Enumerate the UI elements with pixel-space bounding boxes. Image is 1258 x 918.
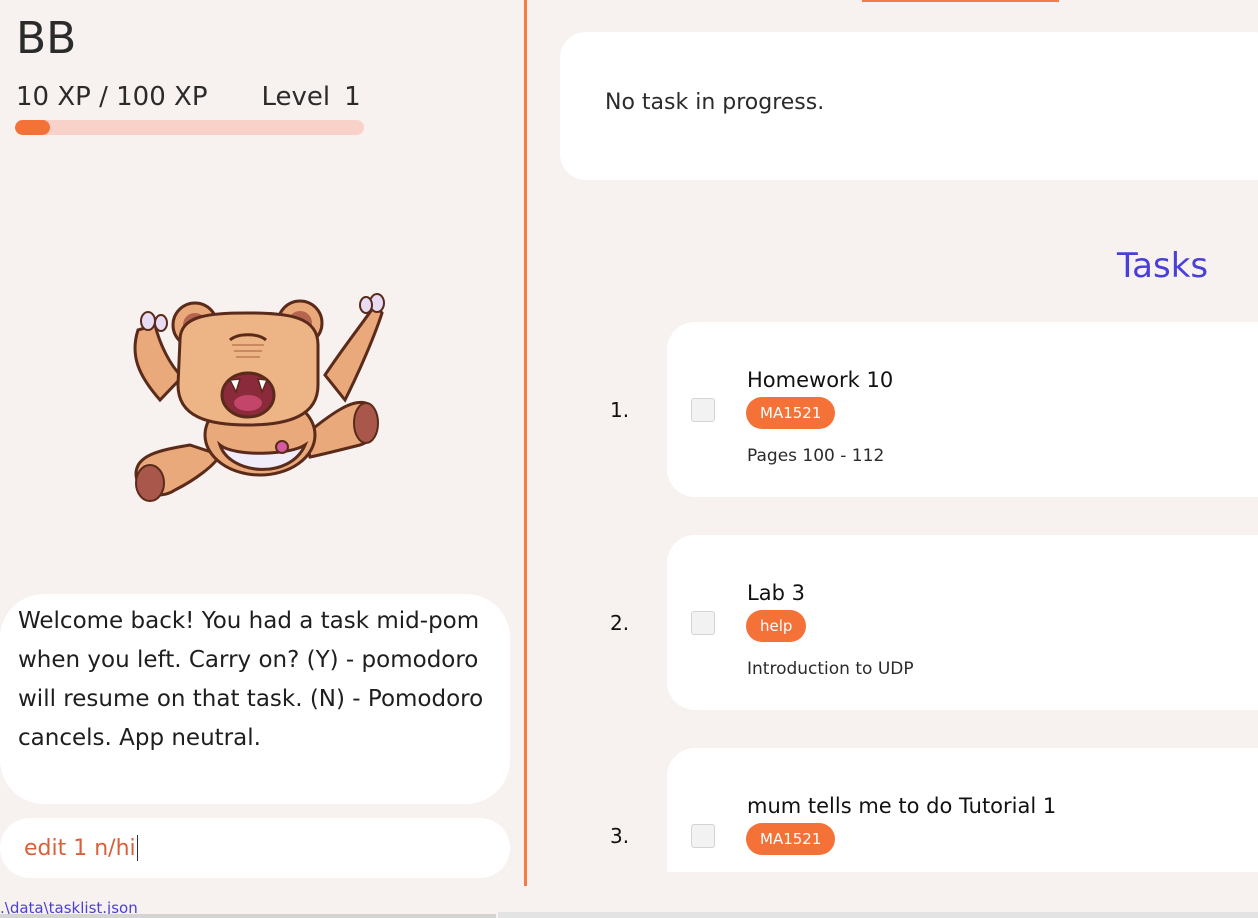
xp-text: 10 XP / 100 XP (16, 82, 208, 112)
top-accent-bar (862, 0, 1059, 2)
task-row[interactable]: 2. Lab 3 help Introduction to UDP (560, 535, 1258, 710)
task-name: Lab 3 (747, 581, 805, 605)
task-index: 3. (610, 824, 630, 848)
command-input-text: edit 1 n/hi (24, 835, 136, 861)
xp-row: 10 XP / 100 XP Level 1 (16, 80, 361, 114)
level-label: Level (261, 82, 331, 112)
task-done-checkbox[interactable] (691, 398, 715, 422)
task-name: mum tells me to do Tutorial 1 (747, 794, 1057, 818)
task-description: Introduction to UDP (747, 659, 914, 679)
task-card[interactable]: Lab 3 help Introduction to UDP (667, 535, 1258, 710)
xp-progress-bar (15, 120, 364, 135)
task-tag: help (746, 610, 807, 642)
task-name: Homework 10 (747, 368, 894, 392)
task-card[interactable]: mum tells me to do Tutorial 1 MA1521 (667, 748, 1258, 872)
text-caret (136, 835, 138, 861)
xp-progress-fill (15, 120, 50, 135)
task-tag: MA1521 (746, 823, 836, 855)
status-bar-divider (0, 914, 496, 918)
command-input[interactable]: edit 1 n/hi (0, 818, 510, 878)
task-row[interactable]: 3. mum tells me to do Tutorial 1 MA1521 (560, 748, 1258, 872)
bear-speech-bubble: Welcome back! You had a task mid-pom whe… (0, 594, 510, 804)
task-index: 1. (610, 398, 630, 422)
bear-mascot-image (133, 293, 385, 502)
panel-divider[interactable] (524, 0, 527, 886)
in-progress-message: No task in progress. (605, 90, 825, 115)
task-description: Pages 100 - 112 (747, 446, 885, 466)
pet-name: BB (16, 13, 77, 64)
task-done-checkbox[interactable] (691, 824, 715, 848)
task-tag: MA1521 (746, 397, 836, 429)
task-done-checkbox[interactable] (691, 611, 715, 635)
task-index: 2. (610, 611, 630, 635)
task-card[interactable]: Homework 10 MA1521 Pages 100 - 112 (667, 322, 1258, 497)
task-row[interactable]: 1. Homework 10 MA1521 Pages 100 - 112 (560, 322, 1258, 497)
level-value: 1 (344, 82, 361, 112)
pet-panel: BB 10 XP / 100 XP Level 1 Welcome back! … (0, 0, 525, 886)
status-bar-divider-right (498, 912, 1258, 918)
tasks-title: Tasks (1117, 246, 1209, 286)
in-progress-card: No task in progress. (560, 32, 1258, 180)
